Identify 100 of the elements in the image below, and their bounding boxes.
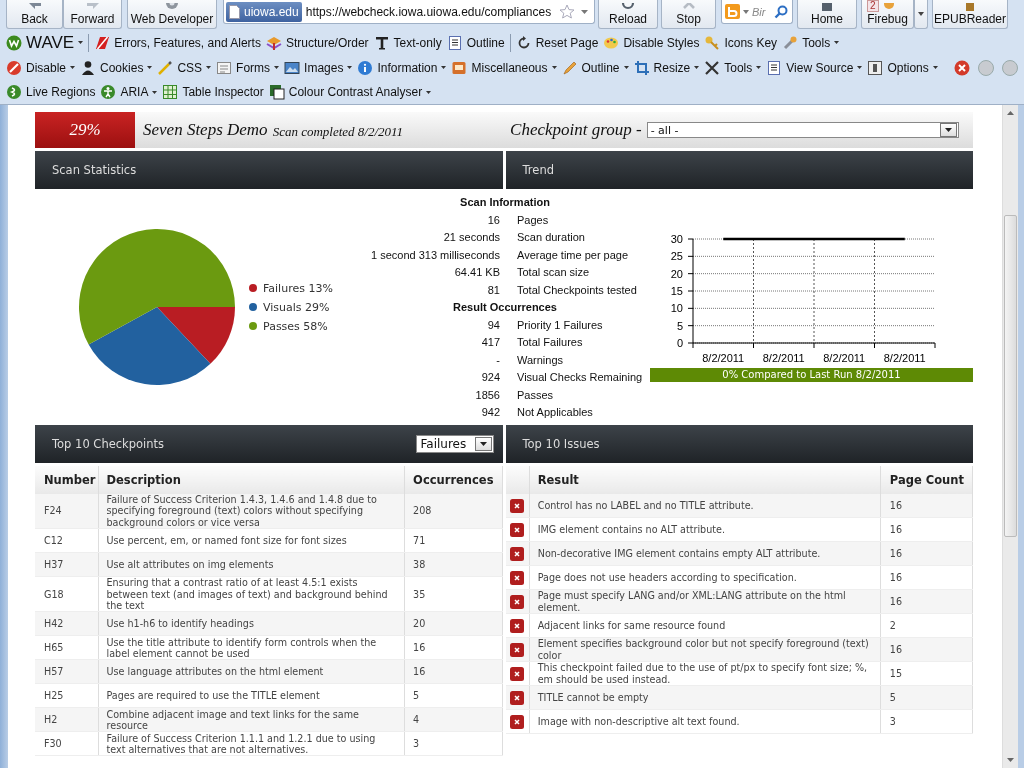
toolbar-button[interactable]: Miscellaneous xyxy=(451,59,557,76)
panel-title: Top 10 Checkpoints xyxy=(52,437,165,451)
key-icon xyxy=(704,34,721,51)
stat-label: Passes xyxy=(517,387,555,403)
stat-value: 417 xyxy=(480,335,500,350)
toolbar-button[interactable]: View Source xyxy=(766,59,863,76)
stat-value: 1 second 313 milliseconds xyxy=(370,247,500,263)
web-developer-button[interactable]: Web Developer xyxy=(127,0,217,29)
table-cell: 16 xyxy=(404,635,502,660)
table-cell: 3 xyxy=(404,731,502,756)
toolbar-button[interactable]: Resize xyxy=(633,59,700,76)
caret-icon[interactable] xyxy=(581,9,588,14)
stat-value: 64.41 KB xyxy=(453,265,500,280)
star-icon[interactable] xyxy=(559,4,575,19)
caret-icon xyxy=(939,123,957,137)
box-icon xyxy=(451,59,468,76)
stat-value: 21 seconds xyxy=(442,230,500,245)
scrollbar[interactable] xyxy=(1002,105,1018,768)
toolbar-button[interactable]: ARIA xyxy=(100,84,158,100)
error-icon xyxy=(510,714,525,729)
error-icon xyxy=(510,642,525,657)
toolbar-button[interactable]: Icons Key xyxy=(704,34,778,51)
stat-value: 16 xyxy=(486,212,500,228)
caret-icon xyxy=(918,12,924,16)
error-icon xyxy=(510,498,525,513)
caret-icon xyxy=(347,66,353,69)
toolbar-button[interactable]: Forms xyxy=(216,59,280,76)
table-cell: Use language attributes on the html element xyxy=(98,659,405,684)
toolbar-button[interactable]: Information xyxy=(357,59,447,76)
column-header: Number xyxy=(35,466,98,494)
tick-label: 8/2/2011 xyxy=(702,352,745,364)
toolbar-button[interactable]: Tools xyxy=(704,59,762,76)
table-cell: Failure of Success Criterion 1.1.1 and 1.2.1 due to using text alternatives that are not alternatives. xyxy=(98,731,405,756)
table-cell: H37 xyxy=(35,552,98,577)
table-cell: 208 xyxy=(404,494,502,529)
tick-label: 5 xyxy=(676,319,683,332)
toolbar-button[interactable]: Outline xyxy=(561,59,629,76)
stat-label: Visual Checks Remaining xyxy=(517,370,644,385)
table-cell: This checkpoint failed due to the use of pt/px to specify font size; %, em should be used instead. xyxy=(529,661,881,686)
toolbar-button[interactable]: Disable Styles xyxy=(603,34,700,51)
table-cell: Pages are required to use the TITLE element xyxy=(98,683,405,708)
caret-icon xyxy=(152,90,158,94)
panel-icon xyxy=(867,59,884,76)
filter-dropdown[interactable]: Failures xyxy=(415,435,494,453)
tick-label: 0 xyxy=(676,337,683,349)
wand-icon xyxy=(157,59,174,76)
site-badge[interactable]: uiowa.edu xyxy=(226,1,302,22)
search-icon[interactable] xyxy=(774,4,788,19)
scroll-down-icon[interactable] xyxy=(1007,758,1014,762)
dropdown-button[interactable] xyxy=(914,0,928,29)
scroll-up-icon[interactable] xyxy=(1007,111,1014,115)
table-cell: H42 xyxy=(35,611,98,636)
toolbar-button[interactable]: Reset Page xyxy=(515,34,599,51)
toolbar-button[interactable]: WAVE xyxy=(6,32,84,53)
table-cell: C12 xyxy=(35,528,98,553)
table-cell: Failure of Success Criterion 1.4.3, 1.4.6 and 1.4.8 due to specifying foreground (text) colors without specifying background colors or vice versa xyxy=(98,494,405,529)
toolbar-button[interactable]: CSS xyxy=(157,59,212,76)
section-heading: Result Occurrences xyxy=(452,300,558,315)
table-cell: 16 xyxy=(880,589,973,614)
toolbar-button[interactable]: Cookies xyxy=(80,59,153,76)
document-icon xyxy=(446,34,463,51)
text-icon xyxy=(373,34,390,51)
checkpoint-group-dropdown[interactable]: - all - xyxy=(646,122,959,138)
toolbar-button[interactable]: Images xyxy=(284,59,353,76)
tick-label: 8/2/2011 xyxy=(883,352,926,364)
table-cell: 16 xyxy=(880,541,973,566)
toolbar-button[interactable]: Options xyxy=(867,59,938,76)
toolbar-button[interactable]: Colour Contrast Analyser xyxy=(268,84,432,100)
toolbar-button[interactable]: Outline xyxy=(446,34,505,51)
table-cell: F30 xyxy=(35,731,98,756)
search-field[interactable]: Bir xyxy=(752,5,774,18)
forward-button[interactable]: Forward xyxy=(63,0,122,29)
toolbar-button[interactable]: Structure/Order xyxy=(265,34,369,51)
epubreader-button[interactable]: EPUBReader xyxy=(932,0,1008,29)
toolbar-button[interactable]: Table Inspector xyxy=(162,84,264,100)
home-button[interactable]: Home xyxy=(797,0,857,29)
panel-title: Top 10 Issues xyxy=(522,437,600,451)
toolbar-button[interactable]: Tools xyxy=(782,34,840,51)
tick-label: 8/2/2011 xyxy=(762,352,805,364)
toolbar-button[interactable]: Text-only xyxy=(373,34,442,51)
table-cell: Use h1-h6 to identify headings xyxy=(98,611,405,636)
comparison-bar: 0% Compared to Last Run 8/2/2011 xyxy=(650,368,973,382)
toolbar-button[interactable]: Errors, Features, and Alerts xyxy=(94,34,261,51)
tools-icon xyxy=(704,59,721,76)
score-badge: 29% xyxy=(35,112,135,148)
table-cell: Combine adjacent image and text links for the same resource xyxy=(98,707,405,732)
section-heading: Scan Information xyxy=(459,195,551,210)
back-button[interactable]: Back xyxy=(6,0,63,29)
address-bar[interactable]: uiowa.edu https://webcheck.iowa.uiowa.edu/compliances xyxy=(223,0,595,24)
toolbar-button[interactable]: Live Regions xyxy=(6,84,96,100)
scan-date: Scan completed 8/2/2011 xyxy=(272,123,404,140)
error-icon xyxy=(510,594,525,609)
table-cell: Ensuring that a contrast ratio of at least 4.5:1 exists between text (and images of text) and background behind the text xyxy=(98,576,405,612)
accessibility-icon xyxy=(100,84,117,100)
scrollbar-thumb[interactable] xyxy=(1004,215,1017,537)
reload-button[interactable]: Reload xyxy=(598,0,658,29)
stop-button[interactable]: Stop xyxy=(661,0,716,29)
column-header: Page Count xyxy=(880,466,973,494)
error-icon xyxy=(510,546,525,561)
toolbar-button[interactable]: Disable xyxy=(6,59,76,76)
